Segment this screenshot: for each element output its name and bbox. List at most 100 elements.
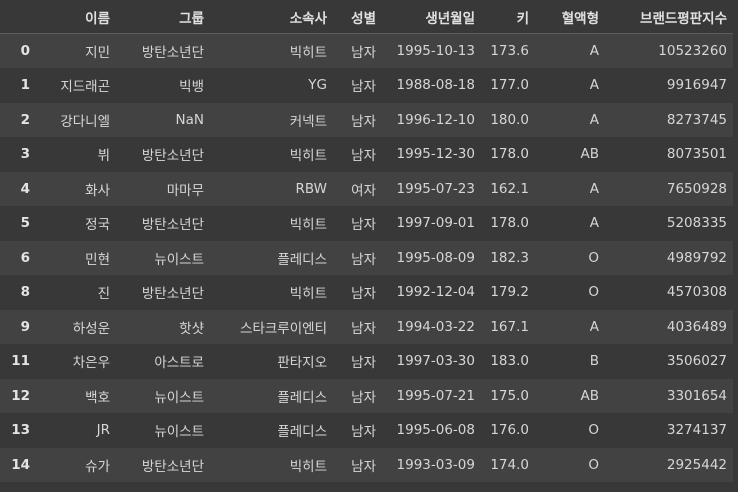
- cell-agency: 빅히트: [289, 148, 327, 165]
- cell-blood-type: A: [589, 43, 599, 59]
- cell-blood-type: A: [589, 77, 599, 94]
- cell-height: 175.0: [490, 387, 529, 404]
- table-row: 13 JR 뉴이스트 플레디스 남자 1995-06-08 176.0 O 3274137: [0, 413, 733, 448]
- row-index: 8: [20, 284, 30, 301]
- cell-gender: 남자: [351, 113, 376, 130]
- cell-height: 176.0: [490, 422, 529, 439]
- cell-brand-index: 4036489: [666, 318, 727, 335]
- cell-agency: 판타지오: [277, 355, 327, 372]
- cell-brand-index: 3506027: [666, 353, 727, 370]
- cell-gender: 남자: [351, 424, 376, 441]
- cell-agency: 플레디스: [277, 251, 327, 268]
- table-row: 8 진 방탄소년단 빅히트 남자 1992-12-04 179.2 O 4570308: [0, 275, 733, 310]
- cell-name: JR: [96, 422, 110, 439]
- cell-brand-index: 10523260: [658, 43, 727, 59]
- row-index: 1: [20, 77, 30, 94]
- cell-birthdate: 1996-12-10: [396, 111, 475, 128]
- cell-agency: RBW: [295, 180, 327, 197]
- dataframe-table: 이름 그룹 소속사 성별 생년월일 키 혈액형 브랜드평판지수 0 지민 방탄소년단 빅히트 남자 19…: [0, 0, 733, 482]
- column-header-height: 키: [481, 0, 535, 34]
- table-row: 3 뷔 방탄소년단 빅히트 남자 1995-12-30 178.0 AB 8073501: [0, 137, 733, 172]
- cell-group: 아스트로: [154, 355, 204, 372]
- table-row: 1 지드래곤 빅뱅 YG 남자 1988-08-18 177.0 A 9916947: [0, 68, 733, 103]
- table-row: 4 화사 마마무 RBW 여자 1995-07-23 162.1 A 7650928: [0, 171, 733, 206]
- cell-name: 화사: [85, 182, 110, 199]
- table-row: 2 강다니엘 NaN 커넥트 남자 1996-12-10 180.0 A 8273745: [0, 102, 733, 137]
- cell-birthdate: 1992-12-04: [396, 284, 475, 301]
- row-index: 5: [20, 215, 30, 232]
- cell-group: 빅뱅: [179, 79, 204, 96]
- cell-height: 178.0: [490, 146, 529, 163]
- cell-group: 방탄소년단: [141, 286, 204, 303]
- cell-height: 180.0: [490, 111, 529, 128]
- table-row: 0 지민 방탄소년단 빅히트 남자 1995-10-13 173.6 A 10523260: [0, 33, 733, 68]
- cell-name: 하성운: [72, 320, 110, 337]
- cell-group: 방탄소년단: [141, 45, 204, 61]
- cell-agency: YG: [308, 77, 327, 94]
- cell-group: 방탄소년단: [141, 148, 204, 165]
- cell-name: 차은우: [72, 355, 110, 372]
- row-index: 11: [11, 353, 30, 370]
- table-row: 6 민현 뉴이스트 플레디스 남자 1995-08-09 182.3 O 4989792: [0, 240, 733, 275]
- column-header-group: 그룹: [116, 0, 210, 34]
- row-index: 9: [20, 318, 30, 335]
- cell-gender: 남자: [351, 148, 376, 165]
- cell-birthdate: 1988-08-18: [396, 77, 475, 94]
- cell-blood-type: AB: [580, 387, 600, 404]
- cell-birthdate: 1995-07-23: [396, 180, 475, 197]
- cell-gender: 남자: [351, 217, 376, 234]
- cell-blood-type: B: [589, 353, 599, 370]
- cell-brand-index: 4570308: [666, 284, 727, 301]
- cell-height: 162.1: [490, 180, 529, 197]
- cell-blood-type: A: [589, 215, 599, 232]
- header-row: 이름 그룹 소속사 성별 생년월일 키 혈액형 브랜드평판지수: [0, 0, 733, 34]
- cell-birthdate: 1995-08-09: [396, 249, 475, 266]
- cell-birthdate: 1995-07-21: [396, 387, 475, 404]
- cell-name: 백호: [85, 389, 110, 406]
- cell-brand-index: 3301654: [666, 387, 727, 404]
- cell-brand-index: 2925442: [666, 456, 727, 473]
- cell-birthdate: 1995-06-08: [396, 422, 475, 439]
- cell-brand-index: 8073501: [666, 146, 727, 163]
- table-row: 9 하성운 핫샷 스타크루이엔티 남자 1994-03-22 167.1 A 4036489: [0, 309, 733, 344]
- cell-name: 슈가: [85, 458, 110, 475]
- cell-name: 뷔: [97, 148, 110, 165]
- table-header: 이름 그룹 소속사 성별 생년월일 키 혈액형 브랜드평판지수: [0, 0, 733, 34]
- cell-blood-type: A: [589, 180, 599, 197]
- cell-gender: 여자: [351, 182, 376, 199]
- cell-gender: 남자: [351, 320, 376, 337]
- cell-group: NaN: [175, 111, 204, 128]
- row-index: 13: [11, 422, 30, 439]
- cell-name: 지민: [85, 45, 110, 61]
- cell-gender: 남자: [351, 355, 376, 372]
- cell-gender: 남자: [351, 45, 376, 61]
- cell-agency: 플레디스: [277, 389, 327, 406]
- cell-birthdate: 1995-10-13: [396, 43, 475, 59]
- cell-group: 방탄소년단: [141, 217, 204, 234]
- row-index: 14: [11, 456, 30, 473]
- column-header-birthdate: 생년월일: [382, 0, 481, 34]
- column-header-blood-type: 혈액형: [535, 0, 605, 34]
- cell-name: 민현: [85, 251, 110, 268]
- cell-agency: 빅히트: [289, 286, 327, 303]
- cell-name: 강다니엘: [60, 113, 110, 130]
- cell-blood-type: A: [589, 318, 599, 335]
- table-row: 11 차은우 아스트로 판타지오 남자 1997-03-30 183.0 B 3506027: [0, 344, 733, 379]
- cell-gender: 남자: [351, 458, 376, 475]
- column-header-index: [0, 0, 36, 34]
- cell-agency: 커넥트: [289, 113, 327, 130]
- cell-agency: 빅히트: [289, 217, 327, 234]
- cell-group: 핫샷: [179, 320, 204, 337]
- cell-blood-type: AB: [580, 146, 600, 163]
- cell-name: 정국: [85, 217, 110, 234]
- table-row: 12 백호 뉴이스트 플레디스 남자 1995-07-21 175.0 AB 3301654: [0, 378, 733, 413]
- cell-gender: 남자: [351, 389, 376, 406]
- row-index: 0: [20, 43, 30, 59]
- cell-blood-type: O: [588, 249, 599, 266]
- cell-birthdate: 1997-03-30: [396, 353, 475, 370]
- column-header-agency: 소속사: [210, 0, 333, 34]
- row-index: 12: [11, 387, 30, 404]
- cell-name: 진: [97, 286, 110, 303]
- cell-group: 마마무: [166, 182, 204, 199]
- row-index: 6: [20, 249, 30, 266]
